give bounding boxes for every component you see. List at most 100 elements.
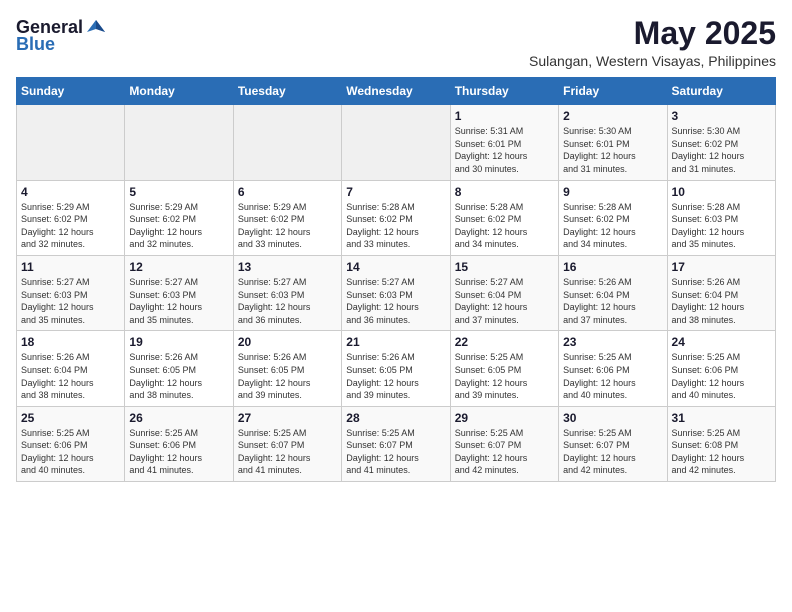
day-number: 26 <box>129 411 228 425</box>
day-number: 25 <box>21 411 120 425</box>
day-number: 29 <box>455 411 554 425</box>
calendar-day-cell: 3 Sunrise: 5:30 AM Sunset: 6:02 PM Daylig… <box>667 105 775 180</box>
header: General Blue May 2025 Sulangan, Western … <box>16 16 776 69</box>
day-info: Sunrise: 5:27 AM Sunset: 6:03 PM Dayligh… <box>129 276 228 326</box>
day-number: 24 <box>672 335 771 349</box>
calendar-header-row: SundayMondayTuesdayWednesdayThursdayFrid… <box>17 78 776 105</box>
day-info: Sunrise: 5:25 AM Sunset: 6:08 PM Dayligh… <box>672 427 771 477</box>
calendar-day-cell: 25 Sunrise: 5:25 AM Sunset: 6:06 PM Dayli… <box>17 406 125 481</box>
day-info: Sunrise: 5:27 AM Sunset: 6:03 PM Dayligh… <box>21 276 120 326</box>
calendar-day-cell: 6 Sunrise: 5:29 AM Sunset: 6:02 PM Daylig… <box>233 180 341 255</box>
day-info: Sunrise: 5:26 AM Sunset: 6:05 PM Dayligh… <box>346 351 445 401</box>
day-number: 7 <box>346 185 445 199</box>
day-number: 6 <box>238 185 337 199</box>
day-number: 5 <box>129 185 228 199</box>
day-number: 22 <box>455 335 554 349</box>
month-title: May 2025 <box>529 16 776 51</box>
calendar-day-cell <box>17 105 125 180</box>
title-area: May 2025 Sulangan, Western Visayas, Phil… <box>529 16 776 69</box>
location-subtitle: Sulangan, Western Visayas, Philippines <box>529 53 776 69</box>
day-info: Sunrise: 5:27 AM Sunset: 6:03 PM Dayligh… <box>346 276 445 326</box>
logo: General Blue <box>16 16 107 55</box>
calendar-day-cell: 26Sunrise: 5:25 AM Sunset: 6:06 PM Dayli… <box>125 406 233 481</box>
day-number: 20 <box>238 335 337 349</box>
day-info: Sunrise: 5:25 AM Sunset: 6:07 PM Dayligh… <box>238 427 337 477</box>
day-number: 30 <box>563 411 662 425</box>
calendar-day-cell: 7 Sunrise: 5:28 AM Sunset: 6:02 PM Daylig… <box>342 180 450 255</box>
day-number: 27 <box>238 411 337 425</box>
calendar-week-row: 4 Sunrise: 5:29 AM Sunset: 6:02 PM Daylig… <box>17 180 776 255</box>
calendar-day-cell: 17 Sunrise: 5:26 AM Sunset: 6:04 PM Dayli… <box>667 255 775 330</box>
calendar-day-cell: 12 Sunrise: 5:27 AM Sunset: 6:03 PM Dayli… <box>125 255 233 330</box>
day-number: 10 <box>672 185 771 199</box>
day-number: 2 <box>563 109 662 123</box>
day-number: 17 <box>672 260 771 274</box>
calendar-day-cell: 9 Sunrise: 5:28 AM Sunset: 6:02 PM Daylig… <box>559 180 667 255</box>
calendar-day-cell: 28 Sunrise: 5:25 AM Sunset: 6:07 PM Dayli… <box>342 406 450 481</box>
day-info: Sunrise: 5:29 AM Sunset: 6:02 PM Dayligh… <box>21 201 120 251</box>
day-info: Sunrise: 5:25 AM Sunset: 6:07 PM Dayligh… <box>455 427 554 477</box>
day-info: Sunrise: 5:28 AM Sunset: 6:02 PM Dayligh… <box>346 201 445 251</box>
calendar-day-cell: 1 Sunrise: 5:31 AM Sunset: 6:01 PM Daylig… <box>450 105 558 180</box>
day-number: 8 <box>455 185 554 199</box>
calendar-week-row: 1 Sunrise: 5:31 AM Sunset: 6:01 PM Daylig… <box>17 105 776 180</box>
calendar-day-cell: 24Sunrise: 5:25 AM Sunset: 6:06 PM Dayli… <box>667 331 775 406</box>
day-number: 3 <box>672 109 771 123</box>
day-info: Sunrise: 5:30 AM Sunset: 6:02 PM Dayligh… <box>672 125 771 175</box>
day-number: 23 <box>563 335 662 349</box>
day-number: 12 <box>129 260 228 274</box>
day-info: Sunrise: 5:25 AM Sunset: 6:06 PM Dayligh… <box>563 351 662 401</box>
calendar-day-cell: 4 Sunrise: 5:29 AM Sunset: 6:02 PM Daylig… <box>17 180 125 255</box>
day-info: Sunrise: 5:29 AM Sunset: 6:02 PM Dayligh… <box>238 201 337 251</box>
day-info: Sunrise: 5:25 AM Sunset: 6:07 PM Dayligh… <box>563 427 662 477</box>
day-info: Sunrise: 5:27 AM Sunset: 6:04 PM Dayligh… <box>455 276 554 326</box>
day-number: 28 <box>346 411 445 425</box>
logo-blue-text: Blue <box>16 34 55 55</box>
day-number: 14 <box>346 260 445 274</box>
calendar-day-cell: 5Sunrise: 5:29 AM Sunset: 6:02 PM Daylig… <box>125 180 233 255</box>
day-info: Sunrise: 5:28 AM Sunset: 6:03 PM Dayligh… <box>672 201 771 251</box>
calendar-day-cell: 31 Sunrise: 5:25 AM Sunset: 6:08 PM Dayli… <box>667 406 775 481</box>
calendar-day-cell: 13Sunrise: 5:27 AM Sunset: 6:03 PM Dayli… <box>233 255 341 330</box>
calendar-day-cell: 2 Sunrise: 5:30 AM Sunset: 6:01 PM Daylig… <box>559 105 667 180</box>
calendar-day-cell: 22Sunrise: 5:25 AM Sunset: 6:05 PM Dayli… <box>450 331 558 406</box>
weekday-header: Monday <box>125 78 233 105</box>
weekday-header: Saturday <box>667 78 775 105</box>
calendar-day-cell: 21 Sunrise: 5:26 AM Sunset: 6:05 PM Dayli… <box>342 331 450 406</box>
day-info: Sunrise: 5:26 AM Sunset: 6:04 PM Dayligh… <box>563 276 662 326</box>
calendar-day-cell: 16 Sunrise: 5:26 AM Sunset: 6:04 PM Dayli… <box>559 255 667 330</box>
calendar-week-row: 25 Sunrise: 5:25 AM Sunset: 6:06 PM Dayli… <box>17 406 776 481</box>
day-info: Sunrise: 5:26 AM Sunset: 6:05 PM Dayligh… <box>238 351 337 401</box>
day-number: 19 <box>129 335 228 349</box>
calendar-day-cell <box>233 105 341 180</box>
day-info: Sunrise: 5:25 AM Sunset: 6:07 PM Dayligh… <box>346 427 445 477</box>
day-info: Sunrise: 5:25 AM Sunset: 6:06 PM Dayligh… <box>21 427 120 477</box>
calendar-day-cell: 29 Sunrise: 5:25 AM Sunset: 6:07 PM Dayli… <box>450 406 558 481</box>
calendar-day-cell: 15 Sunrise: 5:27 AM Sunset: 6:04 PM Dayli… <box>450 255 558 330</box>
calendar-day-cell: 8Sunrise: 5:28 AM Sunset: 6:02 PM Daylig… <box>450 180 558 255</box>
day-number: 1 <box>455 109 554 123</box>
weekday-header: Wednesday <box>342 78 450 105</box>
calendar-day-cell: 27 Sunrise: 5:25 AM Sunset: 6:07 PM Dayli… <box>233 406 341 481</box>
day-number: 15 <box>455 260 554 274</box>
calendar-week-row: 18Sunrise: 5:26 AM Sunset: 6:04 PM Dayli… <box>17 331 776 406</box>
day-number: 4 <box>21 185 120 199</box>
logo-bird-icon <box>85 16 107 38</box>
day-info: Sunrise: 5:26 AM Sunset: 6:05 PM Dayligh… <box>129 351 228 401</box>
day-number: 21 <box>346 335 445 349</box>
calendar-day-cell: 19 Sunrise: 5:26 AM Sunset: 6:05 PM Dayli… <box>125 331 233 406</box>
day-info: Sunrise: 5:26 AM Sunset: 6:04 PM Dayligh… <box>672 276 771 326</box>
day-info: Sunrise: 5:30 AM Sunset: 6:01 PM Dayligh… <box>563 125 662 175</box>
day-number: 16 <box>563 260 662 274</box>
weekday-header: Thursday <box>450 78 558 105</box>
calendar-day-cell: 30 Sunrise: 5:25 AM Sunset: 6:07 PM Dayli… <box>559 406 667 481</box>
day-number: 31 <box>672 411 771 425</box>
day-number: 18 <box>21 335 120 349</box>
day-info: Sunrise: 5:31 AM Sunset: 6:01 PM Dayligh… <box>455 125 554 175</box>
day-number: 11 <box>21 260 120 274</box>
weekday-header: Sunday <box>17 78 125 105</box>
day-number: 9 <box>563 185 662 199</box>
day-info: Sunrise: 5:28 AM Sunset: 6:02 PM Dayligh… <box>563 201 662 251</box>
day-info: Sunrise: 5:27 AM Sunset: 6:03 PM Dayligh… <box>238 276 337 326</box>
calendar-day-cell <box>342 105 450 180</box>
